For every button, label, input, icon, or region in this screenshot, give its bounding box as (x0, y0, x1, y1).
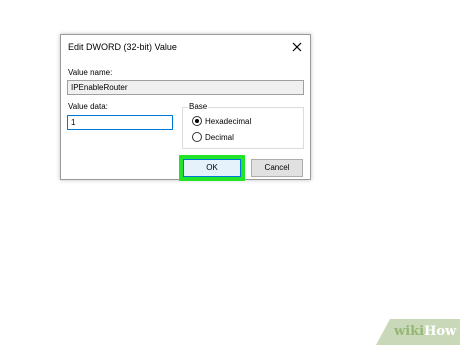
dialog-title: Edit DWORD (32-bit) Value (68, 42, 177, 52)
close-icon[interactable] (290, 40, 304, 54)
value-name-field: IPEnableRouter (67, 80, 304, 95)
ok-button[interactable]: OK (179, 155, 245, 181)
hexadecimal-radio[interactable] (192, 116, 202, 126)
radio-selected-dot (195, 119, 199, 123)
base-groupbox (182, 107, 304, 149)
edit-dword-dialog: Edit DWORD (32-bit) Value Value name: IP… (60, 34, 311, 181)
wikihow-watermark: wikiHow (376, 319, 460, 345)
dialog-titlebar[interactable]: Edit DWORD (32-bit) Value (61, 35, 310, 61)
watermark-how: How (424, 324, 457, 339)
decimal-radio[interactable] (192, 132, 202, 142)
value-data-label: Value data: (68, 102, 108, 111)
decimal-label[interactable]: Decimal (205, 133, 234, 142)
value-name-label: Value name: (68, 68, 113, 77)
hexadecimal-label[interactable]: Hexadecimal (205, 117, 251, 126)
cancel-button[interactable]: Cancel (251, 159, 303, 177)
value-data-input[interactable]: 1 (67, 115, 173, 130)
base-label: Base (188, 102, 209, 111)
watermark-wiki: wiki (394, 324, 425, 339)
watermark-text: wikiHow (394, 324, 456, 339)
